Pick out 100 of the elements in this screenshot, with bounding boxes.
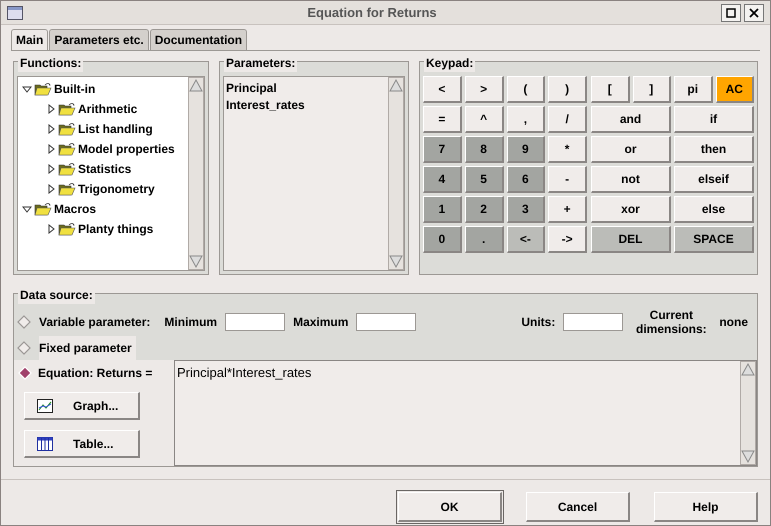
keypad-key[interactable]: 6 bbox=[506, 166, 546, 193]
equation-field[interactable]: Principal*Interest_rates bbox=[174, 360, 757, 466]
tab[interactable]: Main bbox=[11, 29, 48, 50]
table-button[interactable]: Table... bbox=[24, 430, 140, 458]
keypad-key[interactable]: and bbox=[591, 106, 671, 133]
scrollbar[interactable] bbox=[388, 77, 404, 270]
keypad-key[interactable]: - bbox=[548, 166, 587, 193]
tree-item[interactable]: Arithmetic bbox=[78, 100, 138, 118]
keypad-key[interactable]: ) bbox=[548, 76, 587, 103]
keypad-key[interactable]: 3 bbox=[506, 196, 546, 223]
keypad-key[interactable]: elseif bbox=[674, 166, 754, 193]
collapse-triangle-icon[interactable] bbox=[22, 204, 32, 214]
tree-item[interactable]: Model properties bbox=[78, 140, 175, 158]
folder-icon bbox=[58, 122, 76, 136]
field-label: Maximum bbox=[293, 314, 348, 331]
radio-button[interactable] bbox=[17, 315, 31, 329]
keypad-key[interactable]: if bbox=[674, 106, 754, 133]
keypad-key[interactable]: . bbox=[464, 226, 504, 253]
dimensions-value: none bbox=[719, 314, 748, 331]
parameter-item[interactable]: Interest_rates bbox=[226, 96, 388, 113]
table-icon bbox=[37, 436, 53, 450]
tree-item[interactable]: Built-in bbox=[54, 80, 96, 98]
tree-item[interactable]: Planty things bbox=[78, 220, 154, 238]
expand-triangle-icon[interactable] bbox=[46, 124, 56, 134]
keypad-key[interactable]: > bbox=[464, 76, 504, 103]
expand-triangle-icon[interactable] bbox=[46, 184, 56, 194]
tree-item[interactable]: Macros bbox=[54, 200, 96, 218]
expand-triangle-icon[interactable] bbox=[46, 164, 56, 174]
keypad-key[interactable]: AC bbox=[716, 76, 754, 103]
units-field[interactable] bbox=[563, 313, 624, 331]
keypad-key[interactable]: 2 bbox=[464, 196, 504, 223]
field-label: Current dimensions: bbox=[634, 308, 708, 336]
tree-item[interactable]: List handling bbox=[78, 120, 153, 138]
scroll-down-icon[interactable] bbox=[741, 450, 755, 464]
window-title: Equation for Returns bbox=[306, 4, 438, 22]
field-label: Units: bbox=[521, 314, 556, 331]
keypad-key[interactable]: 4 bbox=[423, 166, 462, 193]
expand-triangle-icon[interactable] bbox=[46, 104, 56, 114]
window-menu-icon[interactable] bbox=[7, 6, 23, 20]
tree-item[interactable]: Trigonometry bbox=[78, 180, 155, 198]
keypad-key[interactable]: -> bbox=[548, 226, 587, 253]
keypad-key[interactable]: 5 bbox=[464, 166, 504, 193]
maximum-field[interactable] bbox=[356, 313, 416, 331]
keypad-key[interactable]: ^ bbox=[464, 106, 504, 133]
dialog-button[interactable]: OK bbox=[396, 490, 504, 524]
folder-icon bbox=[34, 202, 52, 216]
graph-button[interactable]: Graph... bbox=[24, 392, 140, 420]
keypad-key[interactable]: ( bbox=[506, 76, 546, 103]
minimum-field[interactable] bbox=[225, 313, 286, 331]
tab[interactable]: Parameters etc. bbox=[49, 29, 149, 50]
scroll-up-icon[interactable] bbox=[389, 78, 403, 92]
scroll-down-icon[interactable] bbox=[389, 255, 403, 269]
keypad-key[interactable]: 1 bbox=[423, 196, 462, 223]
scroll-up-icon[interactable] bbox=[741, 362, 755, 376]
keypad-key[interactable]: pi bbox=[674, 76, 712, 103]
scroll-down-icon[interactable] bbox=[189, 255, 203, 269]
keypad-key[interactable]: [ bbox=[591, 76, 630, 103]
expand-triangle-icon[interactable] bbox=[46, 224, 56, 234]
collapse-triangle-icon[interactable] bbox=[22, 84, 32, 94]
expand-triangle-icon[interactable] bbox=[46, 144, 56, 154]
option-label: Variable parameter: bbox=[39, 314, 150, 331]
close-icon bbox=[749, 8, 759, 18]
keypad-key[interactable]: 7 bbox=[423, 136, 462, 163]
dialog-button[interactable]: Help bbox=[652, 490, 760, 524]
keypad-key[interactable]: + bbox=[548, 196, 587, 223]
keypad-key[interactable]: * bbox=[548, 136, 587, 163]
keypad-key[interactable]: 8 bbox=[464, 136, 504, 163]
tab[interactable]: Documentation bbox=[150, 29, 248, 50]
keypad-key[interactable]: , bbox=[506, 106, 546, 133]
keypad-key[interactable]: DEL bbox=[591, 226, 671, 253]
tree-item[interactable]: Statistics bbox=[78, 160, 132, 178]
keypad-key[interactable]: <- bbox=[506, 226, 546, 253]
keypad-key[interactable]: 9 bbox=[506, 136, 546, 163]
keypad-key[interactable]: SPACE bbox=[674, 226, 754, 253]
keypad-key[interactable]: xor bbox=[591, 196, 671, 223]
keypad-key[interactable]: not bbox=[591, 166, 671, 193]
folder-icon bbox=[58, 102, 76, 116]
keypad-key[interactable]: ] bbox=[632, 76, 671, 103]
keypad-key[interactable]: 0 bbox=[423, 226, 462, 253]
keypad-key[interactable]: else bbox=[674, 196, 754, 223]
scrollbar[interactable] bbox=[188, 77, 204, 270]
folder-icon bbox=[58, 182, 76, 196]
dialog-button[interactable]: Cancel bbox=[524, 490, 632, 524]
field-label: Minimum bbox=[164, 314, 218, 331]
keypad-key[interactable]: < bbox=[423, 76, 462, 103]
keypad-key[interactable]: then bbox=[674, 136, 754, 163]
keypad-key[interactable]: / bbox=[548, 106, 587, 133]
close-button[interactable] bbox=[744, 4, 764, 22]
radio-button[interactable] bbox=[17, 341, 31, 355]
scrollbar[interactable] bbox=[740, 361, 756, 465]
option-label: Fixed parameter bbox=[39, 336, 136, 360]
folder-icon bbox=[58, 162, 76, 176]
maximize-icon bbox=[726, 8, 736, 18]
maximize-button[interactable] bbox=[721, 4, 741, 22]
folder-icon bbox=[58, 142, 76, 156]
scroll-up-icon[interactable] bbox=[189, 78, 203, 92]
keypad-key[interactable]: = bbox=[423, 106, 462, 133]
keypad-key[interactable]: or bbox=[591, 136, 671, 163]
folder-icon bbox=[34, 82, 52, 96]
parameter-item[interactable]: Principal bbox=[226, 79, 388, 96]
